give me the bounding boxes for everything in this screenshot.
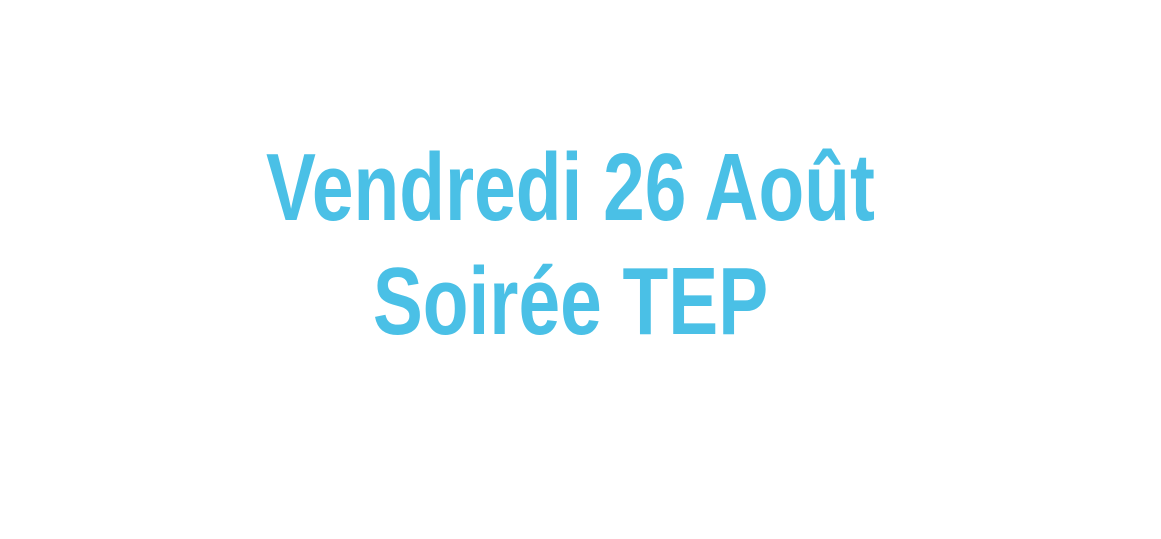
- event-title-heading: Soirée TEP: [372, 248, 769, 355]
- announcement-banner: Vendredi 26 Août Soirée TEP: [0, 0, 1161, 539]
- event-date-heading: Vendredi 26 Août: [266, 134, 875, 241]
